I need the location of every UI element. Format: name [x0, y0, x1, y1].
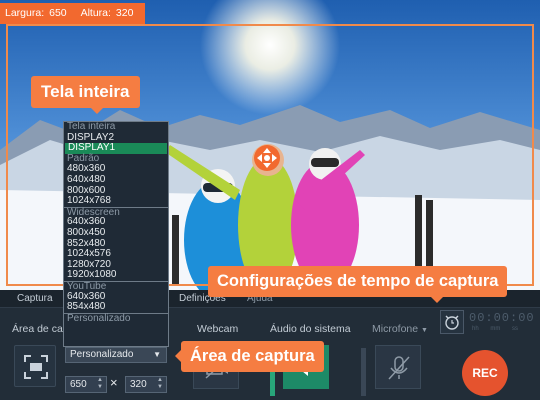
- dropdown-group-header[interactable]: Personalizado: [64, 312, 168, 323]
- dropdown-option[interactable]: 1024x768: [64, 196, 168, 207]
- move-arrows-icon: [257, 148, 277, 168]
- dropdown-option[interactable]: 854x480: [64, 301, 168, 313]
- chevron-down-icon: ▼: [421, 327, 428, 334]
- callout-full-screen: Tela inteira: [31, 76, 140, 114]
- timer-units: hh mm ss: [472, 326, 519, 332]
- capture-preset-select[interactable]: Personalizado ▼: [65, 347, 167, 363]
- callout-capture-area: Área de captura: [175, 341, 324, 372]
- microphone-volume[interactable]: [361, 348, 366, 396]
- capture-timer-button[interactable]: [440, 310, 464, 334]
- microphone-off-icon: [388, 356, 410, 380]
- microphone-toggle[interactable]: [375, 345, 421, 389]
- width-input-value: 650: [70, 379, 87, 390]
- record-button[interactable]: REC: [462, 350, 508, 396]
- height-stepper[interactable]: 320 ▲ ▼: [125, 376, 167, 393]
- dropdown-option[interactable]: 640x480: [64, 174, 168, 186]
- times-symbol: ×: [110, 375, 118, 390]
- select-area-button[interactable]: [14, 345, 56, 387]
- move-handle[interactable]: [254, 145, 280, 171]
- capture-preset-dropdown: Tela inteira DISPLAY2 DISPLAY1 Padrão 480x36…: [63, 121, 169, 347]
- dropdown-option[interactable]: 1920x1080: [64, 270, 168, 281]
- alarm-clock-icon: [445, 315, 459, 330]
- callout-capture-time-settings: Configurações de tempo de captura: [208, 266, 508, 303]
- capture-size-badge: Largura: 650 Altura: 320: [0, 3, 146, 24]
- dropdown-group-header: Tela inteira: [67, 121, 116, 132]
- height-input-value: 320: [130, 379, 147, 390]
- chevron-down-icon: ▼: [153, 350, 161, 359]
- webcam-label: Webcam: [197, 323, 239, 335]
- preset-value: Personalizado: [70, 349, 134, 360]
- microphone-label-text: Microfone: [372, 323, 419, 335]
- volume-fill: [270, 369, 275, 396]
- width-value: 650: [49, 7, 67, 19]
- width-stepper[interactable]: 650 ▲ ▼: [65, 376, 107, 393]
- spin-arrows-icon[interactable]: ▲ ▼: [97, 377, 103, 391]
- system-audio-label: Áudio do sistema: [270, 323, 351, 335]
- width-label: Largura:: [5, 7, 45, 19]
- dropdown-group-header: YouTube: [64, 280, 168, 292]
- spin-arrows-icon[interactable]: ▲ ▼: [157, 377, 163, 391]
- tab-capture[interactable]: Captura: [17, 293, 53, 304]
- dropdown-option[interactable]: 800x450: [64, 227, 168, 239]
- capture-area-label: Área de cap: [12, 323, 69, 335]
- frame-corners-icon: [24, 355, 48, 379]
- height-value: 320: [115, 7, 134, 19]
- timer-display: 00:00:00: [469, 311, 535, 325]
- height-label: Altura:: [80, 7, 111, 19]
- microphone-label[interactable]: Microfone ▼: [372, 323, 428, 335]
